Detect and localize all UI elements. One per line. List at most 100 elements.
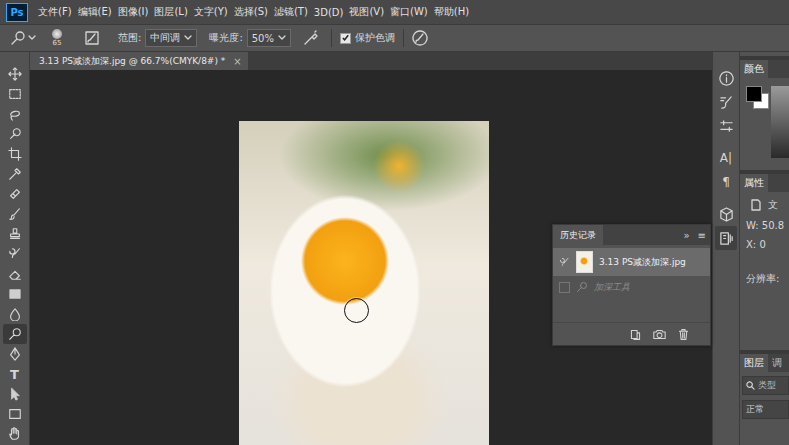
tool-button[interactable] — [3, 64, 27, 84]
move-icon — [8, 67, 22, 81]
history-source-box[interactable] — [559, 282, 570, 293]
panel-tab[interactable]: 图层 — [740, 354, 768, 372]
eyedropper-icon — [8, 167, 22, 181]
check-icon — [341, 33, 350, 43]
exposure-field[interactable]: 50% — [247, 29, 291, 47]
menu-item[interactable]: 3D(D) — [311, 7, 347, 18]
separator — [331, 29, 332, 47]
section-title: 文 — [768, 198, 778, 212]
snapshot-thumbnail — [576, 251, 593, 273]
brush-panel-icon[interactable] — [84, 30, 100, 46]
tool-button[interactable] — [3, 224, 27, 244]
panel-tabs: 颜色 — [740, 60, 789, 78]
eraser-icon — [8, 267, 22, 281]
pressure-icon[interactable] — [412, 30, 428, 46]
panel-menu-button[interactable]: ≡ — [694, 230, 710, 241]
menu-item[interactable]: 文件(F) — [35, 5, 75, 19]
history-item[interactable]: 加深工具 — [553, 276, 710, 298]
menu-item[interactable]: 滤镜(T) — [271, 5, 311, 19]
history-footer — [553, 322, 710, 345]
range-dropdown[interactable]: 中间调 — [145, 29, 197, 47]
range-value: 中间调 — [150, 31, 180, 45]
panel-tab[interactable]: 颜色 — [740, 60, 768, 78]
protect-tones-checkbox[interactable]: 保护色调 — [340, 31, 395, 45]
tool-button[interactable] — [3, 124, 27, 144]
app-logo[interactable]: Ps — [6, 3, 28, 22]
paragraph-icon: ¶ — [722, 175, 730, 189]
color-spectrum[interactable] — [771, 86, 789, 158]
panel-button[interactable] — [715, 226, 737, 250]
panel-button[interactable] — [715, 90, 737, 114]
history-item[interactable]: 3.13 PS减淡加深.jpg — [553, 248, 710, 276]
blend-mode-dropdown[interactable]: 正常 — [742, 400, 789, 419]
new-document-icon[interactable] — [629, 328, 642, 341]
tool-button[interactable] — [3, 404, 27, 424]
tool-button[interactable] — [3, 144, 27, 164]
tool-preset[interactable] — [10, 30, 36, 46]
dodge-icon — [10, 30, 26, 46]
tool-button[interactable] — [3, 204, 27, 224]
tool-button[interactable] — [3, 424, 27, 444]
rectangle-icon — [8, 407, 22, 421]
panel-button[interactable]: ¶ — [715, 170, 737, 194]
document-icon — [750, 199, 762, 211]
history-header: 历史记录 »≡ — [553, 225, 710, 245]
exposure-value: 50% — [252, 33, 274, 44]
foreground-swatch[interactable] — [746, 86, 762, 102]
menu-item[interactable]: 选择(S) — [231, 5, 271, 19]
history-label: 加深工具 — [594, 281, 630, 294]
collapse-button[interactable]: » — [679, 230, 693, 241]
tool-button[interactable] — [3, 384, 27, 404]
options-bar: 65范围:中间调曝光度:50%保护色调 — [0, 24, 789, 52]
photoshop-window: Ps 文件(F)编辑(E)图像(I)图层(L)文字(Y)选择(S)滤镜(T)3D(… — [0, 0, 789, 445]
close-button[interactable]: × — [233, 56, 241, 67]
brush-settings-icon — [719, 95, 734, 110]
photo[interactable] — [239, 121, 489, 445]
panel-button[interactable]: A| — [715, 146, 737, 170]
camera-icon[interactable] — [653, 328, 666, 341]
menu-item[interactable]: 文字(Y) — [191, 5, 231, 19]
properties-section: 文 — [740, 192, 789, 216]
marquee-icon — [8, 87, 22, 101]
menu-item[interactable]: 视图(V) — [346, 5, 387, 19]
history-tab[interactable]: 历史记录 — [553, 225, 603, 245]
brush-size-value: 65 — [53, 39, 62, 47]
history-brush-icon — [8, 247, 22, 261]
document-tab[interactable]: 3.13 PS减淡加深.jpg @ 66.7%(CMYK/8#) *× — [30, 52, 248, 70]
tool-button[interactable] — [3, 184, 27, 204]
tool-button[interactable] — [3, 244, 27, 264]
menu-item[interactable]: 帮助(H) — [431, 5, 472, 19]
layer-search[interactable]: 类型 — [742, 376, 789, 395]
tool-button[interactable] — [3, 264, 27, 284]
brush-dot — [52, 29, 62, 39]
trash-icon[interactable] — [677, 328, 690, 341]
tool-button[interactable] — [3, 84, 27, 104]
menu-item[interactable]: 编辑(E) — [75, 5, 115, 19]
history-label: 3.13 PS减淡加深.jpg — [599, 256, 686, 269]
property-field: 分辨率: — [740, 268, 789, 290]
crop-icon — [8, 147, 22, 161]
tool-button[interactable] — [3, 284, 27, 304]
panel-button[interactable] — [715, 202, 737, 226]
menu-item[interactable]: 窗口(W) — [387, 5, 431, 19]
tool-button[interactable] — [3, 344, 27, 364]
caret-icon — [184, 34, 192, 42]
menu-item[interactable]: 图像(I) — [115, 5, 152, 19]
panel-button[interactable] — [715, 114, 737, 138]
panel-button[interactable] — [715, 66, 737, 90]
property-field: W: 50.8 — [740, 216, 789, 235]
tool-button[interactable] — [3, 304, 27, 324]
tool-button[interactable]: T — [3, 364, 27, 384]
tool-button[interactable] — [3, 104, 27, 124]
tool-button[interactable] — [3, 164, 27, 184]
airbrush-icon[interactable] — [303, 30, 319, 46]
checkbox-box — [340, 33, 351, 44]
panel-tabs: 图层调 — [740, 354, 789, 372]
menu-item[interactable]: 图层(L) — [151, 5, 190, 19]
panel-tab[interactable]: 属性 — [740, 174, 768, 192]
separator — [403, 29, 404, 47]
tool-button[interactable] — [3, 324, 27, 344]
panel-tab[interactable]: 调 — [768, 356, 786, 370]
protect-tones-label: 保护色调 — [355, 31, 395, 45]
brush-size[interactable]: 65 — [52, 29, 62, 47]
